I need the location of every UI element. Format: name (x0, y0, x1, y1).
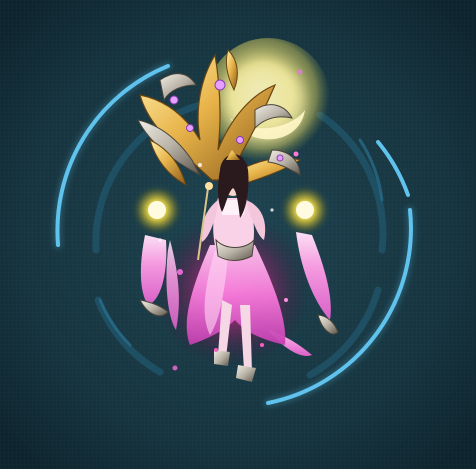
scene-canvas (0, 0, 476, 469)
character-showcase (0, 0, 476, 469)
